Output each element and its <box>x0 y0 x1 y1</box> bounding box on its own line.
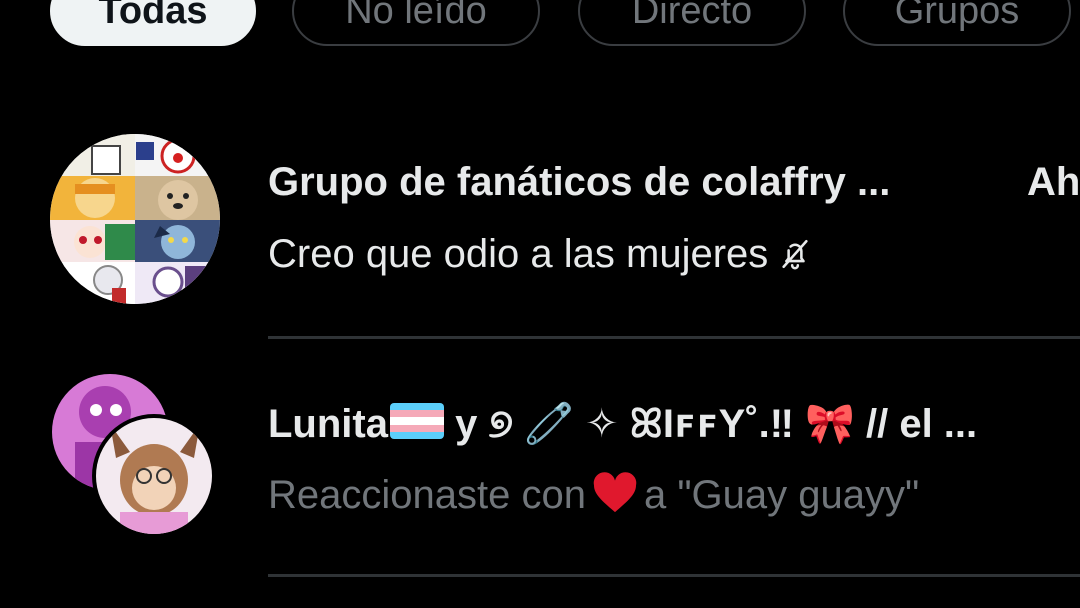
name-suffix: y ୭ 🧷 ✧ ꕤIꜰꜰY˚.‼ 🎀 // el ... <box>443 402 978 446</box>
chip-direct[interactable]: Directo <box>578 0 806 46</box>
filter-chips: Todas No leído Directo Grupos <box>0 0 1080 48</box>
red-heart-icon <box>592 472 638 524</box>
preview-before: Reaccionaste con <box>268 473 586 517</box>
conversation-preview: Reaccionaste con a "Guay guayy" <box>268 472 919 524</box>
messages-screen: Todas No leído Directo Grupos Grupo de f… <box>0 0 1080 608</box>
preview-text: Creo que odio a las mujeres <box>268 232 769 276</box>
chip-groups[interactable]: Grupos <box>843 0 1071 46</box>
conversation-preview: Creo que odio a las mujeres <box>268 232 812 281</box>
preview-after: a "Guay guayy" <box>643 473 920 517</box>
conversation-row[interactable]: Grupo de fanáticos de colaffry ... Ah Cr… <box>0 120 1080 336</box>
conversation-name: Lunita y ୭ 🧷 ✧ ꕤIꜰꜰY˚.‼ 🎀 // el ... <box>268 400 1068 449</box>
chip-all[interactable]: Todas <box>50 0 256 46</box>
divider <box>268 574 1080 577</box>
trans-flag-icon <box>389 403 444 449</box>
bell-off-icon <box>778 236 812 281</box>
conversation-name: Grupo de fanáticos de colaffry ... <box>268 160 891 204</box>
chip-unread[interactable]: No leído <box>292 0 540 46</box>
conversation-row[interactable]: Lunita y ୭ 🧷 ✧ ꕤIꜰꜰY˚.‼ 🎀 // el ... Reac… <box>0 338 1080 574</box>
conversation-time: Ah <box>1027 160 1080 204</box>
name-prefix: Lunita <box>268 402 388 446</box>
